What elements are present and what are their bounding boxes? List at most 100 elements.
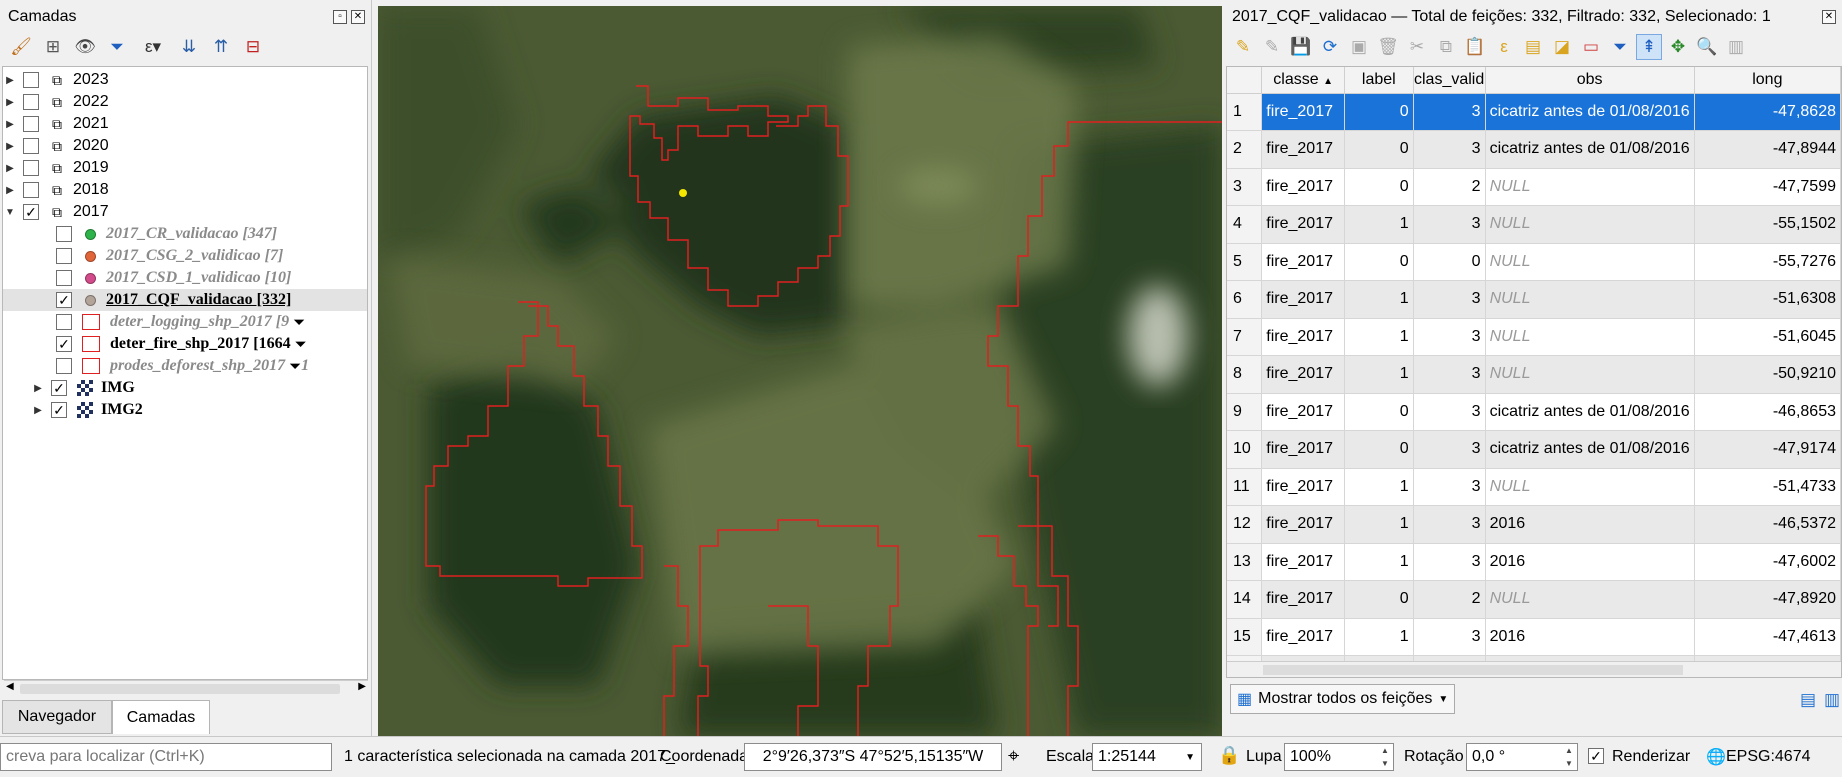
close-panel-icon[interactable]: ✕ [1822,10,1836,24]
cell-label[interactable]: 0 [1344,243,1414,281]
visibility-checkbox[interactable] [56,226,72,242]
magnifier-spinbox[interactable]: 100% ▲ ▼ [1284,743,1394,771]
add-group-icon[interactable]: ⊞ [40,34,66,60]
cell-long[interactable]: -50,9210 [1694,355,1841,394]
raster-layer-img[interactable]: ▶ ✓ IMG [3,377,367,399]
table-row[interactable]: 12 fire_2017 1 3 2016 -46,5372 [1227,505,1841,544]
filter-icon[interactable]: ⏷ [295,336,307,353]
cell-label[interactable]: 1 [1344,280,1414,319]
cell-label[interactable]: 0 [1344,580,1414,619]
layer-item[interactable]: prodes_deforest_shp_2017 ⏷ 1 [3,355,367,377]
column-header-long[interactable]: long [1694,67,1841,94]
layer-group-2021[interactable]: ▶ ⧉ 2021 [3,113,367,135]
layer-item[interactable]: ✓ deter_fire_shp_2017 [1664 ⏷ [3,333,367,355]
cell-label[interactable]: 0 [1344,93,1414,131]
cell-obs[interactable]: NULL [1485,318,1695,356]
filter-icon[interactable]: ⏷ [293,314,305,331]
coordinate-field[interactable]: 2°9′26,373″S 47°52′5,15135″W [744,743,1002,771]
cell-obs[interactable]: NULL [1485,205,1695,244]
expand-arrow-icon[interactable]: ▶ [31,383,45,394]
cell-obs[interactable]: cicatriz antes de 01/08/2016 [1485,430,1695,469]
cell-long[interactable]: -47,6002 [1694,543,1841,581]
cell-clas-valid[interactable]: 3 [1413,205,1486,244]
cell-obs[interactable]: cicatriz antes de 01/08/2016 [1485,393,1695,431]
cell-obs[interactable]: cicatriz antes de 01/08/2016 [1485,130,1695,169]
layer-item[interactable]: deter_logging_shp_2017 [9 ⏷ [3,311,367,333]
cell-clas-valid[interactable]: 0 [1413,243,1486,281]
visibility-checkbox[interactable]: ✓ [56,336,72,352]
row-number[interactable]: 4 [1227,205,1263,244]
layer-group-2019[interactable]: ▶ ⧉ 2019 [3,157,367,179]
paste-icon[interactable]: 📋 [1462,34,1488,60]
layer-group-2017[interactable]: ▼ ✓ ⧉ 2017 [3,201,367,223]
cell-classe[interactable]: fire_2017 [1261,130,1345,169]
cell-classe[interactable]: fire_2017 [1261,168,1345,206]
show-features-dropdown[interactable]: ▦ Mostrar todos os feições ▼ [1230,684,1456,714]
cell-obs[interactable]: NULL [1485,355,1695,394]
cell-long[interactable]: -47,9174 [1694,430,1841,469]
row-number[interactable]: 12 [1227,505,1263,544]
table-row[interactable]: 2 fire_2017 0 3 cicatriz antes de 01/08/2016… [1227,130,1841,169]
add-feature-icon[interactable]: ▣ [1346,34,1372,60]
horizontal-scrollbar[interactable] [1227,661,1841,677]
cell-clas-valid[interactable]: 3 [1413,93,1486,131]
close-panel-icon[interactable]: ✕ [351,10,365,24]
corner-header[interactable] [1227,67,1263,94]
row-number[interactable]: 1 [1227,93,1263,131]
row-number[interactable]: 9 [1227,393,1263,431]
cell-classe[interactable]: fire_2017 [1261,468,1345,506]
cell-label[interactable]: 1 [1344,505,1414,544]
cell-obs[interactable]: NULL [1485,280,1695,319]
toggle-editing-icon[interactable]: ✎ [1230,34,1256,60]
cell-label[interactable]: 0 [1344,393,1414,431]
row-number[interactable]: 13 [1227,543,1263,581]
table-row[interactable]: 15 fire_2017 1 3 2016 -47,4613 [1227,618,1841,656]
layer-group-2018[interactable]: ▶ ⧉ 2018 [3,179,367,201]
cell-long[interactable]: -46,8653 [1694,393,1841,431]
cell-obs[interactable]: 2016 [1485,618,1695,656]
expand-arrow-icon[interactable]: ▶ [3,75,17,86]
cell-clas-valid[interactable]: 2 [1413,580,1486,619]
cell-long[interactable]: -47,8628 [1694,93,1841,131]
lock-icon[interactable]: 🔒 [1218,745,1240,766]
row-number[interactable]: 15 [1227,618,1263,656]
visibility-checkbox[interactable] [56,358,72,374]
cell-label[interactable]: 1 [1344,543,1414,581]
cell-classe[interactable]: fire_2017 [1261,393,1345,431]
expand-arrow-icon[interactable]: ▶ [3,141,17,152]
cell-obs[interactable]: cicatriz antes de 01/08/2016 [1485,93,1695,131]
cell-clas-valid[interactable]: 3 [1413,543,1486,581]
cell-classe[interactable]: fire_2017 [1261,430,1345,469]
deselect-all-icon[interactable]: ▭ [1578,34,1604,60]
style-manager-icon[interactable]: 🖌 [8,34,34,60]
select-all-icon[interactable]: ▤ [1520,34,1546,60]
pan-to-selected-icon[interactable]: ✥ [1665,34,1691,60]
cell-long[interactable]: -46,5372 [1694,505,1841,544]
copy-icon[interactable]: ⧉ [1433,34,1459,60]
cell-clas-valid[interactable]: 3 [1413,430,1486,469]
cell-obs[interactable]: NULL [1485,168,1695,206]
cell-long[interactable]: -47,8920 [1694,580,1841,619]
cell-clas-valid[interactable]: 3 [1413,393,1486,431]
cell-classe[interactable]: fire_2017 [1261,505,1345,544]
horizontal-scrollbar[interactable]: ◀ ▶ [4,680,368,696]
cell-obs[interactable]: 2016 [1485,505,1695,544]
cell-long[interactable]: -51,6308 [1694,280,1841,319]
cell-clas-valid[interactable]: 3 [1413,468,1486,506]
layer-group-2022[interactable]: ▶ ⧉ 2022 [3,91,367,113]
cell-label[interactable]: 1 [1344,355,1414,394]
row-number[interactable]: 10 [1227,430,1263,469]
table-row[interactable]: 14 fire_2017 0 2 NULL -47,8920 [1227,580,1841,619]
filter-legend-icon[interactable]: ⏷ [104,34,130,60]
cell-label[interactable]: 1 [1344,618,1414,656]
row-number[interactable]: 5 [1227,243,1263,281]
delete-feature-icon[interactable]: 🗑 [1375,34,1401,60]
scroll-thumb[interactable] [1263,665,1683,675]
raster-layer-img2[interactable]: ▶ ✓ IMG2 [3,399,367,421]
table-row[interactable]: 3 fire_2017 0 2 NULL -47,7599 [1227,168,1841,206]
layer-group-2023[interactable]: ▶ ⧉ 2023 [3,69,367,91]
table-row[interactable]: 8 fire_2017 1 3 NULL -50,9210 [1227,355,1841,394]
cell-label[interactable]: 0 [1344,168,1414,206]
expand-arrow-icon[interactable]: ▶ [3,185,17,196]
cut-icon[interactable]: ✂ [1404,34,1430,60]
